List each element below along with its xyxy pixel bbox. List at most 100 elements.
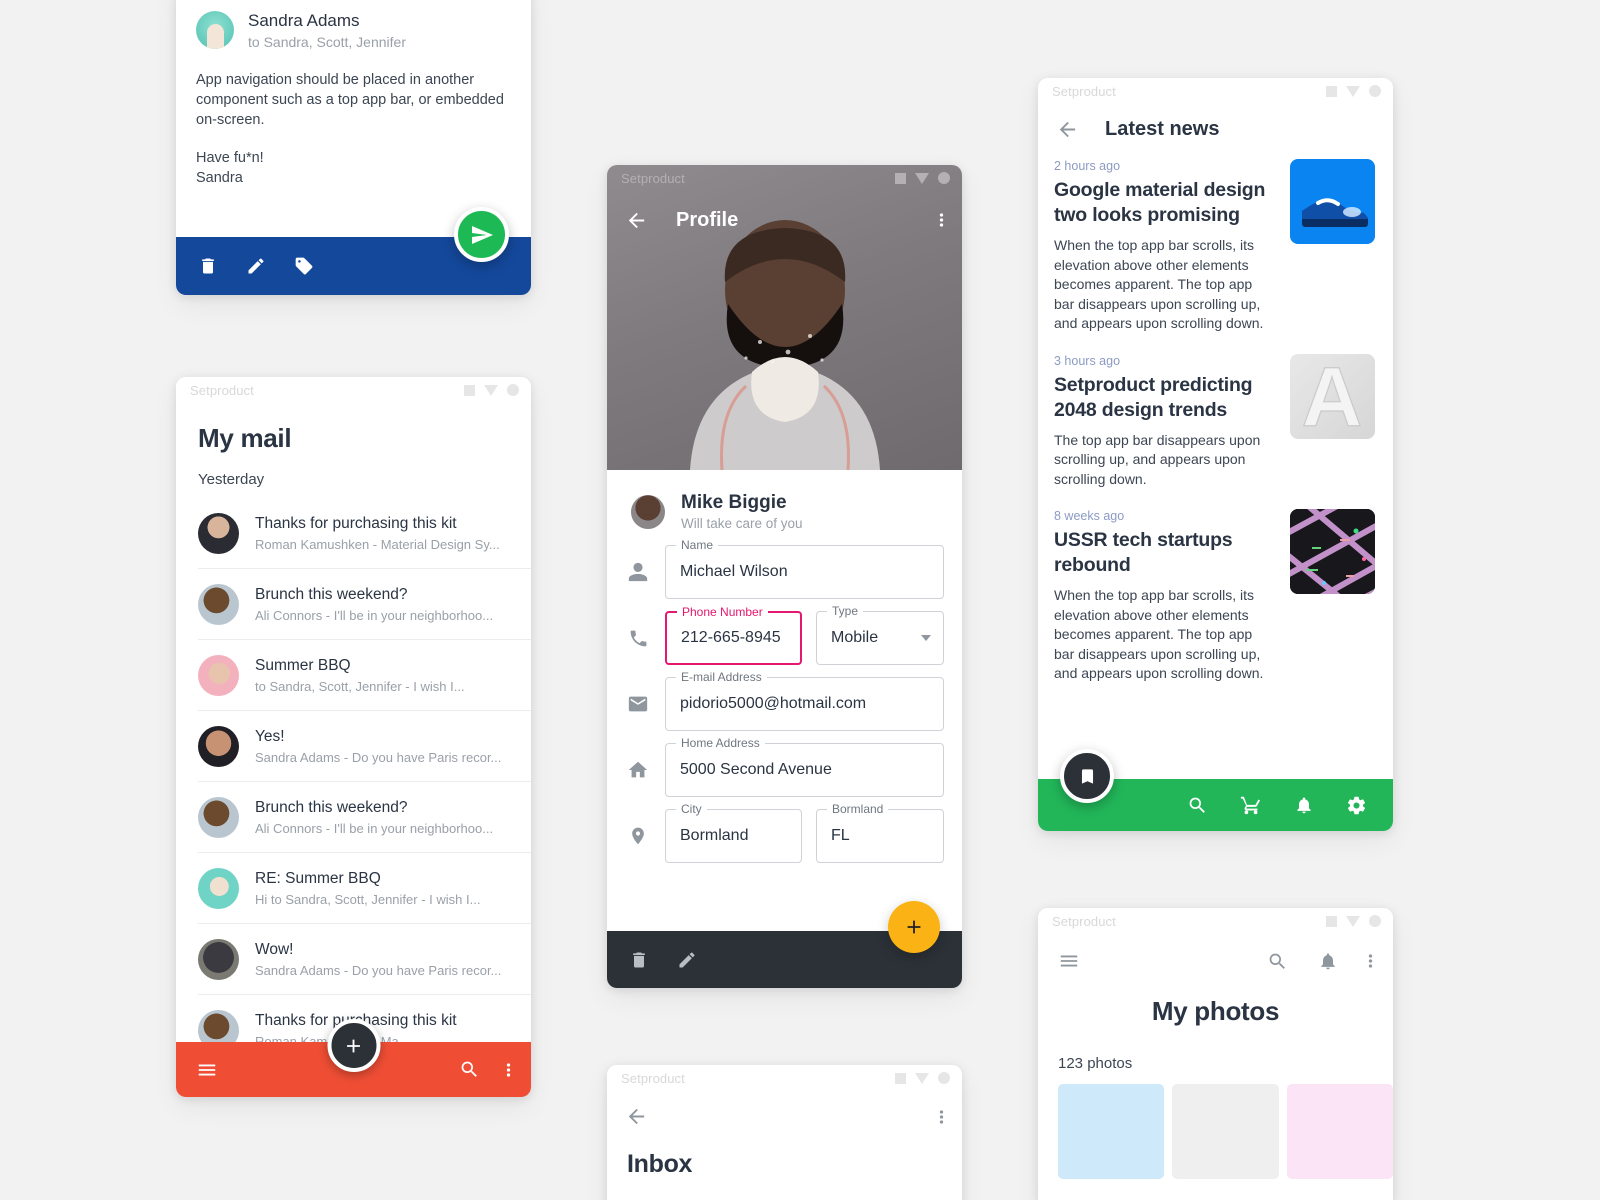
avatar xyxy=(198,796,239,838)
city-field[interactable]: City Bormland xyxy=(665,802,802,863)
news-thumbnail: A xyxy=(1290,353,1375,439)
window-triangle-icon[interactable] xyxy=(1346,915,1360,927)
phone-type-select[interactable]: Type Mobile xyxy=(816,604,944,665)
home-address-field-label: Home Address xyxy=(676,736,765,750)
arrow-back-icon[interactable] xyxy=(625,1105,648,1128)
arrow-back-icon[interactable] xyxy=(1056,118,1079,141)
window-triangle-icon[interactable] xyxy=(1346,85,1360,97)
phone-type-label: Type xyxy=(827,604,864,618)
profile-name: Mike Biggie xyxy=(681,492,787,513)
reply-signoff-1: Have fu*n! xyxy=(196,150,264,166)
notifications-icon[interactable] xyxy=(1294,795,1314,815)
more-vertical-icon[interactable] xyxy=(939,1107,944,1127)
delete-icon[interactable] xyxy=(198,256,218,276)
photo-tile[interactable] xyxy=(1172,1084,1279,1179)
send-button[interactable] xyxy=(454,207,509,262)
list-item[interactable]: 3 hours ago Setproduct predicting 2048 d… xyxy=(1054,353,1375,490)
search-icon[interactable] xyxy=(1187,795,1208,816)
photo-tile[interactable] xyxy=(1058,1084,1165,1179)
window-square-icon[interactable] xyxy=(464,384,475,396)
photo-tile[interactable] xyxy=(1286,1084,1393,1179)
email-field-label: E-mail Address xyxy=(676,670,767,684)
list-item[interactable]: Summer BBQ to Sandra, Scott, Jennifer - … xyxy=(198,640,531,711)
label-icon[interactable] xyxy=(294,256,314,276)
menu-icon[interactable] xyxy=(1058,950,1080,972)
notifications-icon[interactable] xyxy=(1318,951,1338,971)
settings-icon[interactable] xyxy=(1346,795,1367,816)
news-timestamp: 8 weeks ago xyxy=(1054,509,1125,523)
profile-hero-image: Setproduct Profile xyxy=(607,165,962,470)
list-item[interactable]: Brunch this weekend? Ali Connors - I'll … xyxy=(198,569,531,640)
name-field-label: Name xyxy=(676,538,719,552)
window-square-icon[interactable] xyxy=(895,172,906,184)
window-chrome: Setproduct xyxy=(1038,908,1393,934)
profile-role: Will take care of you xyxy=(681,516,803,531)
list-item[interactable]: Wow! Sandra Adams - Do you have Paris re… xyxy=(198,924,531,995)
delete-icon[interactable] xyxy=(629,950,649,970)
window-circle-icon[interactable] xyxy=(507,384,519,396)
search-icon[interactable] xyxy=(1267,951,1288,972)
list-item[interactable]: Brunch this weekend? Ali Connors - I'll … xyxy=(198,782,531,853)
list-item[interactable]: 2 hours ago Google material design two l… xyxy=(1054,159,1375,334)
mail-preview: Ali Connors - I'll be in your neighborho… xyxy=(255,820,494,836)
chevron-down-icon[interactable] xyxy=(921,635,931,641)
more-vertical-icon[interactable] xyxy=(506,1060,511,1080)
window-brand: Setproduct xyxy=(621,170,685,186)
home-address-field[interactable]: Home Address 5000 Second Avenue xyxy=(665,736,944,797)
avatar xyxy=(198,512,239,554)
window-brand: Setproduct xyxy=(621,1070,685,1086)
phone-number-field[interactable]: Phone Number 212-665-8945 xyxy=(665,605,802,665)
list-item[interactable]: 8 weeks ago USSR tech startups rebound W… xyxy=(1054,509,1375,684)
name-field-value: Michael Wilson xyxy=(680,563,788,580)
list-item[interactable]: Thanks for purchasing this kit Roman Kam… xyxy=(198,498,531,569)
list-item[interactable]: Yes! Sandra Adams - Do you have Paris re… xyxy=(198,711,531,782)
add-button[interactable] xyxy=(888,901,940,953)
mail-subject: Wow! xyxy=(255,940,294,958)
inbox-app-bar xyxy=(607,1091,962,1128)
email-field[interactable]: E-mail Address pidorio5000@hotmail.com xyxy=(665,670,944,731)
menu-icon[interactable] xyxy=(196,1059,218,1081)
window-circle-icon[interactable] xyxy=(938,172,950,184)
shopping-cart-icon[interactable] xyxy=(1240,794,1262,816)
profile-app-bar: Profile xyxy=(607,195,962,245)
state-field[interactable]: Bormland FL xyxy=(816,802,944,863)
window-square-icon[interactable] xyxy=(895,1072,906,1084)
window-circle-icon[interactable] xyxy=(938,1072,950,1084)
edit-icon[interactable] xyxy=(246,256,266,276)
mail-preview: Ali Connors - I'll be in your neighborho… xyxy=(255,607,494,623)
reply-signoff-2: Sandra xyxy=(196,170,243,186)
window-circle-icon[interactable] xyxy=(1369,85,1381,97)
arrow-back-icon[interactable] xyxy=(625,209,648,232)
news-headline: Setproduct predicting 2048 design trends xyxy=(1054,373,1253,421)
window-square-icon[interactable] xyxy=(1326,85,1337,97)
page-title: Inbox xyxy=(627,1150,693,1178)
edit-icon[interactable] xyxy=(677,950,697,970)
email-field-value: pidorio5000@hotmail.com xyxy=(680,695,867,712)
name-field[interactable]: Name Michael Wilson xyxy=(665,538,944,599)
window-circle-icon[interactable] xyxy=(1369,915,1381,927)
window-triangle-icon[interactable] xyxy=(915,172,929,184)
avatar xyxy=(198,654,239,696)
more-vertical-icon[interactable] xyxy=(1368,951,1373,971)
window-square-icon[interactable] xyxy=(1326,915,1337,927)
more-vertical-icon[interactable] xyxy=(939,210,944,230)
sender-name: Sandra Adams xyxy=(248,11,360,30)
recipients: to Sandra, Scott, Jennifer xyxy=(248,34,406,50)
location-icon xyxy=(625,826,651,846)
list-item[interactable]: RE: Summer BBQ Hi to Sandra, Scott, Jenn… xyxy=(198,853,531,924)
window-triangle-icon[interactable] xyxy=(915,1072,929,1084)
page-title: My photos xyxy=(1151,996,1280,1026)
window-brand: Setproduct xyxy=(190,382,254,398)
news-list: 2 hours ago Google material design two l… xyxy=(1038,141,1393,684)
profile-form: Name Michael Wilson Phone Number 212-665… xyxy=(607,531,962,863)
search-icon[interactable] xyxy=(459,1059,480,1080)
mail-subject: RE: Summer BBQ xyxy=(255,869,381,887)
avatar xyxy=(198,938,239,980)
form-row-home-address: Home Address 5000 Second Avenue xyxy=(625,736,944,797)
add-button[interactable] xyxy=(327,1019,380,1072)
news-body: The top app bar disappears upon scrollin… xyxy=(1054,431,1261,487)
mail-preview: Sandra Adams - Do you have Paris recor..… xyxy=(255,962,502,978)
bookmark-button[interactable] xyxy=(1060,749,1114,803)
window-triangle-icon[interactable] xyxy=(484,384,498,396)
window-chrome: Setproduct xyxy=(607,1065,962,1091)
